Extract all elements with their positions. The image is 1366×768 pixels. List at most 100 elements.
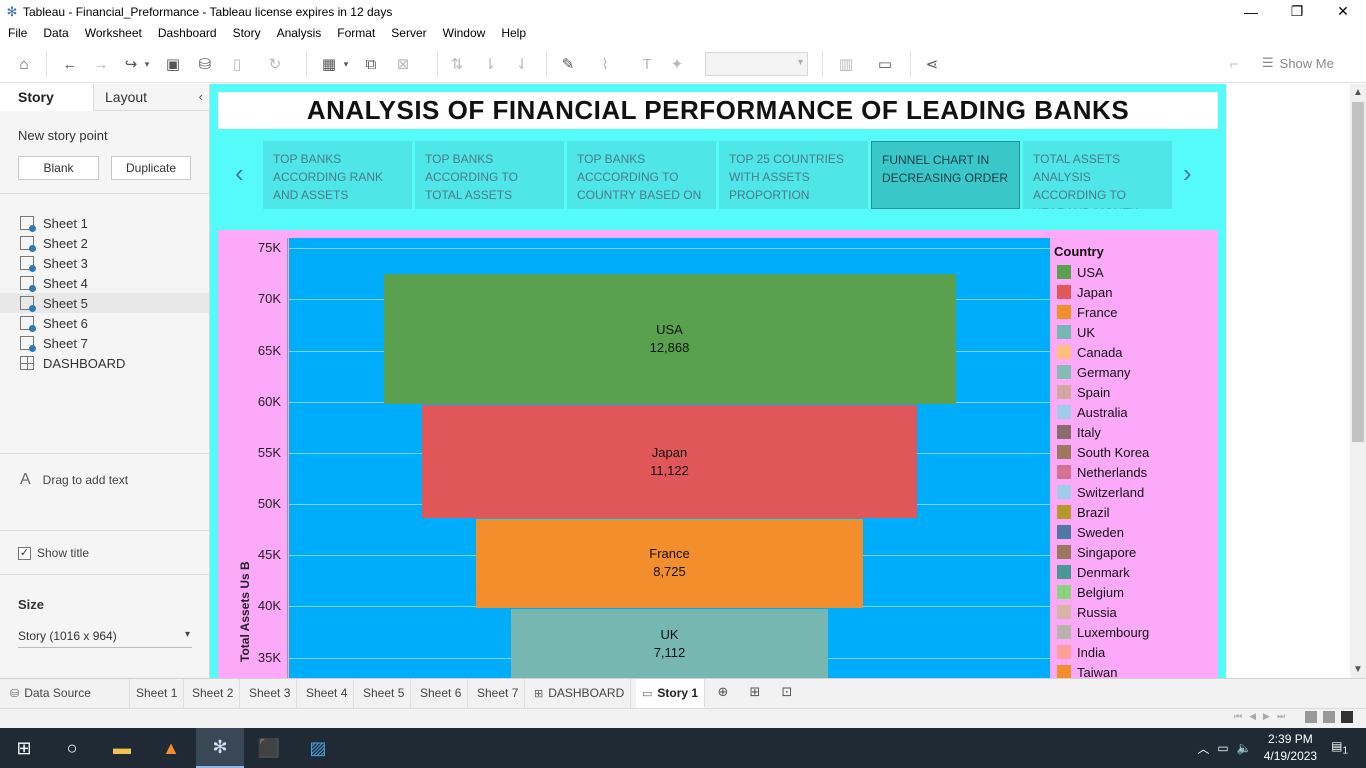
vlc-icon[interactable]: ▲: [147, 728, 195, 768]
paint-icon[interactable]: ⌐: [1224, 54, 1244, 74]
menu-window[interactable]: Window: [435, 26, 494, 40]
story-point-1[interactable]: TOP BANKS ACCORDING RANK AND ASSETS: [263, 141, 412, 209]
sheet-item-dashboard[interactable]: DASHBOARD: [0, 353, 209, 373]
clock[interactable]: 2:39 PM 4/19/2023: [1264, 731, 1317, 765]
story-point-5[interactable]: FUNNEL CHART IN DECREASING ORDER: [871, 141, 1020, 209]
clear-icon[interactable]: ⊠: [393, 54, 413, 74]
legend-item[interactable]: Spain: [1054, 382, 1214, 402]
sheet-sorter-icon[interactable]: [1323, 711, 1335, 723]
tab-data-source[interactable]: ⛁ Data Source: [4, 679, 130, 708]
fit-width-select[interactable]: [705, 52, 808, 76]
presentation-icon[interactable]: ▭: [875, 54, 895, 74]
duplicate-icon[interactable]: ⧉: [361, 54, 381, 74]
menu-data[interactable]: Data: [35, 26, 76, 40]
menu-story[interactable]: Story: [225, 26, 269, 40]
tabs-view-icon[interactable]: [1341, 711, 1353, 723]
home-icon[interactable]: ⌂: [14, 54, 34, 74]
swap-icon[interactable]: ⇅: [447, 54, 467, 74]
filmstrip-view-icon[interactable]: [1305, 711, 1317, 723]
new-worksheet-tab-icon[interactable]: ⊕: [713, 684, 733, 704]
new-worksheet-dropdown-icon[interactable]: ▾: [341, 54, 351, 74]
refresh-icon[interactable]: ↻: [265, 54, 285, 74]
chart-type-icon[interactable]: ▥: [836, 54, 856, 74]
duplicate-button[interactable]: Duplicate: [111, 156, 191, 180]
tab-story[interactable]: Story: [0, 84, 93, 111]
menu-format[interactable]: Format: [329, 26, 383, 40]
close-button[interactable]: ✕: [1320, 0, 1366, 23]
legend-item[interactable]: Luxembourg: [1054, 622, 1214, 642]
vertical-scrollbar[interactable]: ▲ ▼: [1350, 84, 1366, 678]
next-story-point-icon[interactable]: ›: [1183, 158, 1192, 189]
legend-item[interactable]: Canada: [1054, 342, 1214, 362]
menu-help[interactable]: Help: [493, 26, 534, 40]
group-icon[interactable]: ⌇: [595, 54, 615, 74]
tab-sheet-7[interactable]: Sheet 7: [471, 679, 526, 708]
sheet-item-5[interactable]: Sheet 5: [0, 293, 209, 313]
tab-sheet-4[interactable]: Sheet 4: [300, 679, 355, 708]
sheet-item-3[interactable]: Sheet 3: [0, 253, 209, 273]
previous-story-point-icon[interactable]: ‹: [235, 158, 244, 189]
tab-sheet-3[interactable]: Sheet 3: [243, 679, 298, 708]
story-point-2[interactable]: TOP BANKS ACCORDING TO TOTAL ASSETS: [415, 141, 564, 209]
legend-item[interactable]: Italy: [1054, 422, 1214, 442]
tray-chevron-icon[interactable]: ︿: [1197, 740, 1209, 757]
legend-item[interactable]: Japan: [1054, 282, 1214, 302]
tab-layout[interactable]: Layout: [93, 84, 186, 111]
tab-dashboard[interactable]: ⊞ DASHBOARD: [528, 679, 632, 708]
collapse-panel-icon[interactable]: ‹: [199, 89, 203, 104]
new-worksheet-icon[interactable]: ▦: [319, 54, 339, 74]
minimize-button[interactable]: —: [1228, 0, 1274, 23]
scroll-down-icon[interactable]: ▼: [1350, 664, 1366, 675]
show-title-toggle[interactable]: ✓ Show title: [18, 546, 89, 560]
menu-dashboard[interactable]: Dashboard: [150, 26, 225, 40]
restore-button[interactable]: ❐: [1274, 0, 1320, 23]
windows-start-icon[interactable]: ⊞: [0, 728, 48, 768]
sheet-navigation-icons[interactable]: ⏮◀▶⏭: [1234, 711, 1292, 722]
show-title-checkbox[interactable]: ✓: [18, 546, 31, 560]
story-point-4[interactable]: TOP 25 COUNTRIES WITH ASSETS PROPORTION: [719, 141, 868, 209]
sheet-item-7[interactable]: Sheet 7: [0, 333, 209, 353]
scroll-up-icon[interactable]: ▲: [1350, 87, 1366, 98]
replay-icon[interactable]: ↪: [121, 54, 141, 74]
funnel-bar-uk[interactable]: UK 7,112: [511, 608, 828, 678]
sheet-item-2[interactable]: Sheet 2: [0, 233, 209, 253]
share-icon[interactable]: ⋖: [922, 54, 942, 74]
pause-icon[interactable]: ▯: [227, 54, 247, 74]
pin-icon[interactable]: ✦: [667, 54, 687, 74]
legend-item[interactable]: Netherlands: [1054, 462, 1214, 482]
save-icon[interactable]: ▣: [163, 54, 183, 74]
story-point-3[interactable]: TOP BANKS ACCCORDING TO COUNTRY BASED ON: [567, 141, 716, 209]
battery-icon[interactable]: ▭: [1217, 741, 1228, 755]
tab-sheet-1[interactable]: Sheet 1: [130, 679, 185, 708]
legend-item[interactable]: Australia: [1054, 402, 1214, 422]
new-dashboard-tab-icon[interactable]: ⊞: [745, 684, 765, 704]
volume-icon[interactable]: 🔈: [1237, 741, 1252, 755]
undo-icon[interactable]: ←: [60, 54, 80, 74]
notifications-icon[interactable]: ▤1: [1331, 739, 1348, 756]
new-datasource-icon[interactable]: ⛁: [195, 54, 215, 74]
legend-item[interactable]: USA: [1054, 262, 1214, 282]
legend-item[interactable]: Switzerland: [1054, 482, 1214, 502]
size-select[interactable]: Story (1016 x 964): [18, 626, 192, 648]
file-explorer-icon[interactable]: ▬: [98, 728, 146, 768]
tab-sheet-6[interactable]: Sheet 6: [414, 679, 469, 708]
menu-analysis[interactable]: Analysis: [269, 26, 330, 40]
label-icon[interactable]: T: [637, 54, 657, 74]
legend-item[interactable]: Singapore: [1054, 542, 1214, 562]
legend-item[interactable]: Russia: [1054, 602, 1214, 622]
sort-descending-icon[interactable]: ⇃: [512, 54, 532, 74]
funnel-bar-france[interactable]: France 8,725: [475, 519, 864, 608]
highlight-icon[interactable]: ✎: [558, 54, 578, 74]
sheet-item-1[interactable]: Sheet 1: [0, 213, 209, 233]
funnel-bar-japan[interactable]: Japan 11,122: [422, 405, 917, 519]
redo-icon[interactable]: →: [91, 54, 111, 74]
tab-sheet-5[interactable]: Sheet 5: [357, 679, 412, 708]
legend-item[interactable]: India: [1054, 642, 1214, 662]
sheet-item-4[interactable]: Sheet 4: [0, 273, 209, 293]
tab-sheet-2[interactable]: Sheet 2: [186, 679, 241, 708]
legend-item[interactable]: France: [1054, 302, 1214, 322]
legend-item[interactable]: South Korea: [1054, 442, 1214, 462]
tab-story-1[interactable]: ▭ Story 1: [636, 679, 706, 708]
scrollbar-thumb[interactable]: [1352, 102, 1364, 442]
legend-item[interactable]: Belgium: [1054, 582, 1214, 602]
